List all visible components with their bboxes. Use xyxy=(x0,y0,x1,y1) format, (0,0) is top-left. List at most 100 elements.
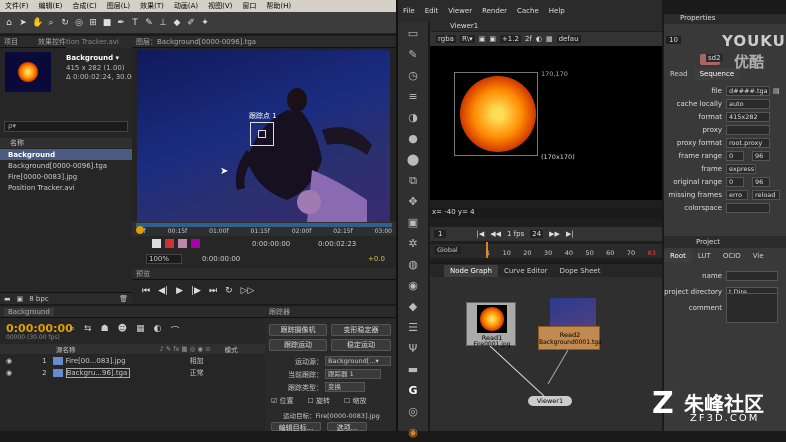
tab-timeline-comp[interactable]: Background xyxy=(4,307,54,316)
ae-menu-help[interactable]: 帮助(H) xyxy=(261,1,296,11)
track-motion-button[interactable]: 跟踪运动 xyxy=(269,339,327,351)
layer-name[interactable]: Backgru...96].tga xyxy=(65,368,130,378)
home-icon[interactable]: ⌂ xyxy=(4,18,14,28)
first-frame-icon[interactable]: ⏮ xyxy=(142,286,150,296)
work-area-bar[interactable] xyxy=(136,223,392,227)
project-name-field[interactable] xyxy=(726,271,778,281)
last-frame-icon[interactable]: ⏭ xyxy=(209,286,217,296)
graph-editor-icon[interactable]: ⌒ xyxy=(170,324,179,337)
project-col-name[interactable]: 名称 xyxy=(0,138,132,148)
nuke-menu-edit[interactable]: Edit xyxy=(420,7,444,15)
rotation-checkbox[interactable]: ☐ 旋转 xyxy=(308,396,331,406)
original-range-end[interactable]: 96 xyxy=(752,176,770,187)
time-out[interactable]: 0:00:02:23 xyxy=(318,240,356,248)
rect-tool-icon[interactable]: ■ xyxy=(102,18,112,28)
missing-frames-select[interactable]: erro xyxy=(726,189,748,200)
proxy-format-select[interactable]: root.proxy xyxy=(726,137,770,148)
frame-mode-select[interactable]: express xyxy=(726,163,756,174)
original-range-start[interactable]: 0 xyxy=(726,176,744,187)
nuke-menu-render[interactable]: Render xyxy=(477,7,512,15)
exposure-value[interactable]: +0.0 xyxy=(368,255,385,263)
options-button[interactable]: 选项... xyxy=(327,422,367,432)
layer-row[interactable]: ◉ 2 Backgru...96].tga 正常 xyxy=(0,367,265,379)
channel-node-icon[interactable]: ≡ xyxy=(404,88,422,106)
layer-mode[interactable]: 相加 xyxy=(190,356,204,366)
eye-icon[interactable]: ◉ xyxy=(6,357,12,365)
metadata-node-icon[interactable]: ◆ xyxy=(404,298,422,316)
out-point-icon[interactable] xyxy=(165,239,174,248)
frame-field[interactable]: 1 xyxy=(434,230,447,238)
channel-select[interactable]: rgba xyxy=(436,35,456,43)
ae-menu-view[interactable]: 视图(V) xyxy=(203,1,237,11)
nuke-menu-file[interactable]: File xyxy=(398,7,420,15)
gamma-icon[interactable]: ◐ xyxy=(536,35,542,43)
file-browse-icon[interactable]: ▤ xyxy=(773,87,780,95)
gain-value[interactable]: +1.2 xyxy=(499,35,521,43)
ae-menu-file[interactable]: 文件(F) xyxy=(0,1,34,11)
proxy-field[interactable] xyxy=(726,124,770,135)
overlay-icon[interactable] xyxy=(191,239,200,248)
format-select[interactable]: 415x282 xyxy=(726,111,770,122)
puppet-tool-icon[interactable]: ✦ xyxy=(200,18,210,28)
ripple-icon[interactable] xyxy=(178,239,187,248)
loop-icon[interactable]: ↻ xyxy=(225,286,233,296)
3d-node-icon[interactable]: ▣ xyxy=(404,214,422,232)
tab-footage[interactable]: 图层：Background[0000-0096].tga xyxy=(136,37,256,47)
gizmo-icon[interactable]: ▬ xyxy=(404,361,422,379)
in-point-icon[interactable] xyxy=(152,239,161,248)
project-item-background[interactable]: Background[0000-0096].tga xyxy=(0,160,132,171)
footage-timebar[interactable]: 00f 00:15f 01:00f 01:15f 02:00f 02:15f 0… xyxy=(132,222,396,236)
layer-mode[interactable]: 正常 xyxy=(190,368,204,378)
hand-tool-icon[interactable]: ✋ xyxy=(32,18,43,28)
motion-blur-icon[interactable]: ◐ xyxy=(154,324,162,337)
fps-field[interactable]: 24 xyxy=(530,230,544,238)
edit-target-button[interactable]: 编辑目标... xyxy=(271,422,321,432)
tab-root[interactable]: Root xyxy=(664,250,692,262)
clone-tool-icon[interactable]: ⊥ xyxy=(158,18,168,28)
tab-views[interactable]: Vie xyxy=(747,250,770,262)
global-select[interactable]: Global xyxy=(434,246,461,254)
prev-keyframe-icon[interactable]: |◀ xyxy=(476,230,484,238)
scale-checkbox[interactable]: ☐ 缩放 xyxy=(344,396,367,406)
channel-sub-select[interactable]: R\▾ xyxy=(459,35,475,43)
g-plugin-icon[interactable]: G xyxy=(404,382,422,400)
next-keyframe-icon[interactable]: ▶| xyxy=(566,230,574,238)
text-tool-icon[interactable]: T xyxy=(130,18,140,28)
time-node-icon[interactable]: ◷ xyxy=(404,67,422,85)
a-input-icon[interactable]: ▣ xyxy=(479,35,486,43)
roto-tool-icon[interactable]: ✐ xyxy=(186,18,196,28)
eraser-tool-icon[interactable]: ◆ xyxy=(172,18,182,28)
cache-select[interactable]: auto xyxy=(726,98,770,109)
hide-shy-icon[interactable]: ☻ xyxy=(118,324,127,337)
clip-icon[interactable]: ▦ xyxy=(546,35,553,43)
timeline-ruler[interactable]: Global 1 10 20 30 40 50 60 70 83 xyxy=(430,242,662,258)
particles-node-icon[interactable]: ✲ xyxy=(404,235,422,253)
ram-preview-icon[interactable]: ▷▷ xyxy=(241,286,255,296)
time-in[interactable]: 0:00:00:00 xyxy=(252,240,290,248)
project-item-comp[interactable]: Background xyxy=(0,149,132,160)
trash-icon[interactable]: 🗑 xyxy=(119,295,128,303)
draft-3d-icon[interactable]: ☗ xyxy=(101,324,109,337)
ae-menu-animation[interactable]: 动画(A) xyxy=(169,1,203,11)
other-node-icon[interactable]: Ψ xyxy=(404,340,422,358)
current-track-select[interactable]: 跟踪器 1 xyxy=(325,369,381,379)
rotate-tool-icon[interactable]: ↻ xyxy=(60,18,70,28)
frame-range-start[interactable]: 0 xyxy=(726,150,744,161)
bpc-label[interactable]: 8 bpc xyxy=(29,295,48,303)
tab-viewer[interactable]: Viewer1 xyxy=(430,22,662,31)
track-camera-button[interactable]: 跟踪摄像机 xyxy=(269,324,327,336)
colorspace-select[interactable] xyxy=(726,202,770,213)
comp-mini-flowchart-icon[interactable]: ⇆ xyxy=(84,324,92,337)
nuke-menu-viewer[interactable]: Viewer xyxy=(443,7,477,15)
furnace-icon[interactable]: ◎ xyxy=(404,403,422,421)
nuke-menu-help[interactable]: Help xyxy=(544,7,570,15)
properties-count[interactable]: 10 xyxy=(666,36,681,44)
playhead-icon[interactable] xyxy=(136,226,144,234)
ae-menu-layer[interactable]: 图层(L) xyxy=(102,1,135,11)
node-name-field[interactable]: sd2 xyxy=(706,54,723,62)
zoom-tool-icon[interactable]: ⌕ xyxy=(46,18,56,28)
deep-node-icon[interactable]: ◍ xyxy=(404,256,422,274)
motion-source-select[interactable]: Background[...▾ xyxy=(325,356,391,366)
prev-frame-icon[interactable]: ◀| xyxy=(158,286,168,296)
ae-menu-window[interactable]: 窗口 xyxy=(237,1,261,11)
